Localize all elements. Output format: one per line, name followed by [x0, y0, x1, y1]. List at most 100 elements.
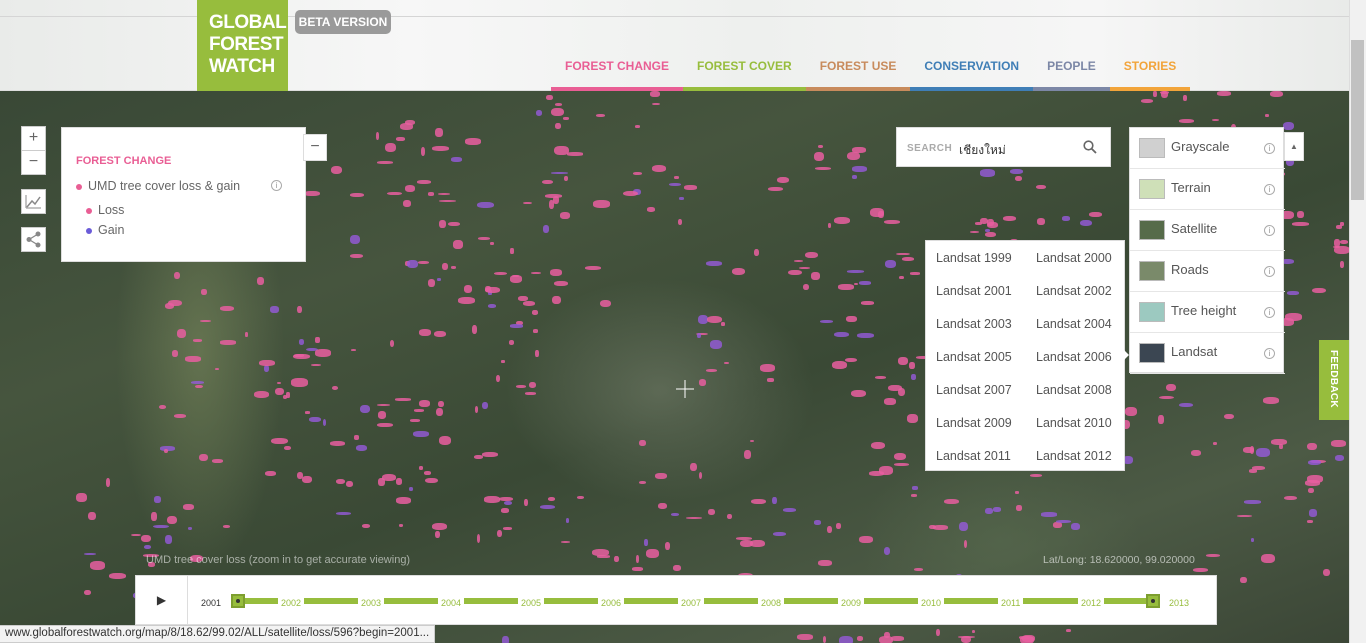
landsat-year-option[interactable]: Landsat 2012 [1036, 449, 1112, 463]
forest-loss-patch [835, 523, 842, 529]
landsat-year-option[interactable]: Landsat 2010 [1036, 416, 1112, 430]
forest-loss-patch [501, 360, 505, 364]
scrollbar-thumb[interactable] [1351, 40, 1364, 200]
timeline-year-label: 2002 [278, 598, 305, 608]
forest-loss-patch [547, 496, 556, 501]
timeline-year-label: 2012 [1078, 598, 1105, 608]
nav-tab-stories[interactable]: STORIES [1109, 50, 1191, 91]
chevron-up-icon[interactable]: ▲ [1284, 132, 1304, 161]
forest-loss-patch [1153, 91, 1158, 97]
forest-loss-patch [1015, 504, 1022, 511]
landsat-year-option[interactable]: Landsat 2007 [936, 383, 1012, 397]
basemap-satellite[interactable]: Satellite i [1130, 210, 1285, 251]
forest-loss-patch [131, 533, 141, 537]
crosshair-cursor-icon [676, 380, 694, 398]
basemap-selector: Grayscale i Terrain i Satellite i Roads i Tree h… [1129, 127, 1285, 374]
search-box[interactable]: SEARCH เชียงใหม่ [896, 127, 1111, 167]
forest-loss-patch [377, 160, 394, 164]
legend-collapse-button[interactable]: − [303, 134, 327, 161]
search-icon[interactable] [1083, 140, 1097, 154]
forest-loss-patch [173, 413, 187, 418]
nav-tab-forest-cover[interactable]: FOREST COVER [683, 50, 806, 91]
analysis-button[interactable] [21, 189, 46, 214]
landsat-year-option[interactable]: Landsat 2009 [936, 416, 1012, 430]
timeline-end-handle[interactable] [1146, 594, 1160, 608]
landsat-year-option[interactable]: Landsat 2001 [936, 284, 1012, 298]
forest-loss-patch [168, 299, 182, 307]
forest-loss-patch [434, 128, 443, 138]
landsat-year-option[interactable]: Landsat 2005 [936, 350, 1012, 364]
nav-tab-conservation[interactable]: CONSERVATION [910, 50, 1034, 91]
forest-loss-patch [912, 486, 918, 490]
forest-loss-patch [404, 185, 416, 193]
forest-loss-patch [510, 324, 523, 328]
gfw-logo[interactable]: GLOBAL FOREST WATCH [197, 0, 288, 91]
zoom-in-button[interactable]: + [21, 126, 46, 151]
forest-loss-patch [827, 222, 831, 228]
basemap-roads[interactable]: Roads i [1130, 251, 1285, 292]
landsat-year-option[interactable]: Landsat 2003 [936, 317, 1012, 331]
forest-loss-patch [256, 277, 264, 285]
forest-loss-patch [847, 270, 864, 273]
landsat-year-option[interactable]: Landsat 1999 [936, 251, 1012, 265]
landsat-year-option[interactable]: Landsat 2002 [1036, 284, 1112, 298]
forest-loss-patch [1159, 395, 1175, 400]
landsat-year-option[interactable]: Landsat 2008 [1036, 383, 1112, 397]
forest-loss-patch [528, 381, 537, 388]
forest-loss-patch [943, 498, 959, 505]
forest-loss-patch [1297, 210, 1305, 218]
info-icon[interactable]: i [271, 180, 282, 191]
nav-tab-people[interactable]: PEOPLE [1033, 50, 1110, 91]
feedback-label: FEEDBACK [1328, 350, 1339, 408]
basemap-landsat[interactable]: Landsat i [1130, 333, 1285, 374]
landsat-year-option[interactable]: Landsat 2006 [1036, 350, 1112, 364]
forest-loss-patch [399, 524, 404, 528]
search-input[interactable]: เชียงใหม่ [959, 141, 1006, 160]
forest-loss-patch [793, 260, 804, 263]
landsat-year-option[interactable]: Landsat 2004 [1036, 317, 1112, 331]
basemap-tree-height[interactable]: Tree height i [1130, 292, 1285, 333]
basemap-grayscale[interactable]: Grayscale i [1130, 128, 1285, 169]
forest-loss-patch [84, 552, 97, 555]
nav-tab-forest-change[interactable]: FOREST CHANGE [551, 50, 684, 91]
share-button[interactable] [21, 227, 46, 252]
info-icon[interactable]: i [1264, 348, 1275, 359]
forest-loss-patch [448, 221, 460, 227]
beta-badge: BETA VERSION [295, 10, 391, 34]
forest-loss-patch [282, 394, 288, 400]
forest-loss-patch [852, 175, 858, 180]
timeline-start-handle[interactable] [231, 594, 245, 608]
forest-loss-patch [698, 472, 703, 480]
feedback-tab[interactable]: FEEDBACK [1319, 340, 1349, 420]
map-caption: UMD tree cover loss (zoom in to get accu… [146, 554, 411, 566]
forest-loss-patch [153, 496, 161, 503]
forest-loss-patch [322, 419, 327, 427]
forest-loss-patch [496, 374, 501, 382]
forest-loss-patch [1334, 454, 1345, 461]
forest-loss-patch [740, 539, 754, 548]
basemap-label: Roads [1171, 262, 1209, 277]
forest-loss-patch [1330, 440, 1346, 447]
forest-loss-patch [259, 360, 275, 367]
forest-loss-patch [910, 272, 920, 275]
info-icon[interactable]: i [1264, 307, 1275, 318]
landsat-year-option[interactable]: Landsat 2011 [936, 449, 1011, 463]
legend-layer[interactable]: UMD tree cover loss & gain [76, 179, 240, 193]
info-icon[interactable]: i [1264, 266, 1275, 277]
forest-loss-patch [496, 529, 503, 538]
info-icon[interactable]: i [1264, 225, 1275, 236]
nav-tab-forest-use[interactable]: FOREST USE [805, 50, 911, 91]
basemap-terrain[interactable]: Terrain i [1130, 169, 1285, 210]
zoom-out-button[interactable]: − [21, 150, 46, 175]
info-icon[interactable]: i [1264, 184, 1275, 195]
forest-loss-patch [635, 555, 639, 563]
basemap-thumbnail [1139, 138, 1165, 158]
forest-loss-patch [638, 480, 646, 484]
forest-loss-patch [302, 475, 312, 483]
forest-loss-patch [1334, 238, 1340, 247]
landsat-year-option[interactable]: Landsat 2000 [1036, 251, 1112, 265]
forest-loss-patch [658, 502, 668, 510]
timeline-year-label: 2001 [198, 598, 225, 608]
forest-loss-patch [1009, 168, 1023, 174]
info-icon[interactable]: i [1264, 143, 1275, 154]
